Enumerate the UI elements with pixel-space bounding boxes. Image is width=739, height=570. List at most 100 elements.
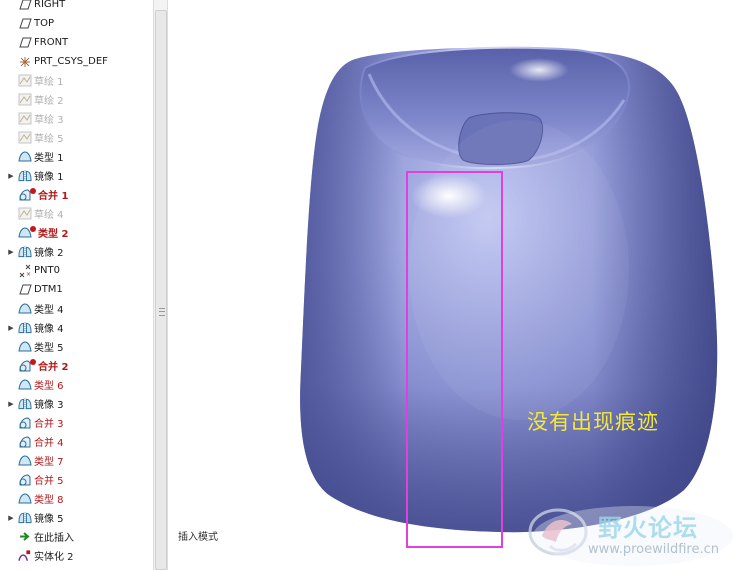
tree-item[interactable]: 草绘 4: [0, 204, 153, 223]
surface-icon: [18, 340, 32, 354]
tree-item-label: 镜像 5: [34, 514, 64, 525]
mirror-icon: [18, 321, 32, 335]
tree-item[interactable]: FRONT: [0, 33, 153, 52]
tree-item-label: 类型 6: [34, 381, 64, 392]
tree-item[interactable]: ▶ 镜像 1: [0, 166, 153, 185]
tree-item[interactable]: 合并 5: [0, 470, 153, 489]
tree-item-label: 草绘 5: [34, 134, 64, 145]
expand-arrow-icon[interactable]: ▶: [7, 242, 15, 261]
annotation-text: 没有出现痕迹: [527, 410, 659, 434]
error-marker-icon: [30, 188, 36, 194]
tree-item-label: 合并 3: [34, 419, 64, 430]
tree-item-label: PRT_CSYS_DEF: [34, 56, 108, 67]
datum-plane-icon: [18, 283, 32, 297]
watermark-url: www.proewildfire.cn: [588, 542, 719, 557]
tree-item[interactable]: 合并 1: [0, 185, 153, 204]
tree-item-label: 合并 2: [38, 362, 69, 373]
tree-item[interactable]: 草绘 1: [0, 71, 153, 90]
error-marker-icon: [30, 359, 36, 365]
tree-item-label: DTM1: [34, 284, 63, 295]
tree-item-label: 类型 4: [34, 305, 64, 316]
tree-item-label: 镜像 3: [34, 400, 64, 411]
tree-item[interactable]: 合并 2: [0, 356, 153, 375]
tree-item[interactable]: RIGHT: [0, 0, 153, 14]
tree-item[interactable]: 草绘 5: [0, 128, 153, 147]
expand-arrow-icon[interactable]: ▶: [7, 166, 15, 185]
tree-item[interactable]: 合并 3: [0, 413, 153, 432]
tree-item[interactable]: ▶ 镜像 3: [0, 394, 153, 413]
tree-item[interactable]: ▶ 镜像 5: [0, 508, 153, 527]
mirror-icon: [18, 511, 32, 525]
expand-arrow-icon[interactable]: ▶: [7, 394, 15, 413]
tree-item-label: 草绘 3: [34, 115, 64, 126]
surface-icon: [18, 378, 32, 392]
tree-item-label: 合并 4: [34, 438, 64, 449]
tree-item[interactable]: TOP: [0, 14, 153, 33]
insert-here-icon: [18, 530, 32, 544]
tree-item-label: 草绘 2: [34, 96, 64, 107]
datum-point-icon: ×: [18, 264, 32, 278]
specular-highlight-right: [509, 58, 569, 82]
tree-item[interactable]: 合并 4: [0, 432, 153, 451]
tree-item-label: 在此插入: [34, 533, 74, 544]
tree-item[interactable]: DTM1: [0, 280, 153, 299]
tree-item[interactable]: 类型 7: [0, 451, 153, 470]
watermark: 野火论坛 www.proewildfire.cn: [528, 502, 739, 570]
mirror-icon: [18, 397, 32, 411]
graphics-window[interactable]: 没有出现痕迹 插入模式 野火论坛 www.proewildfire.cn: [169, 0, 739, 570]
tree-item[interactable]: ▶ 镜像 2: [0, 242, 153, 261]
surface-icon: [18, 302, 32, 316]
tree-item-label: 草绘 4: [34, 210, 64, 221]
sketch-icon: [18, 93, 32, 107]
tree-item-label: 类型 7: [34, 457, 64, 468]
surface-icon: [18, 492, 32, 506]
sketch-icon: [18, 74, 32, 88]
expand-arrow-icon[interactable]: ▶: [7, 318, 15, 337]
model-view: [300, 46, 718, 548]
mirror-icon: [18, 169, 32, 183]
tree-item-label: 镜像 2: [34, 248, 64, 259]
error-marker-icon: [30, 226, 36, 232]
sketch-icon: [18, 131, 32, 145]
datum-plane-icon: [18, 36, 32, 50]
tree-item[interactable]: 草绘 2: [0, 90, 153, 109]
tree-item[interactable]: 草绘 3: [0, 109, 153, 128]
sketch-icon: [18, 112, 32, 126]
datum-plane-icon: [18, 17, 32, 31]
tree-item-label: 类型 1: [34, 153, 64, 164]
tree-item[interactable]: 类型 1: [0, 147, 153, 166]
tree-item[interactable]: 类型 2: [0, 223, 153, 242]
merge-icon: [18, 435, 32, 449]
mode-label: 插入模式: [178, 532, 218, 543]
solidify-icon: [18, 549, 32, 563]
scrollbar-thumb[interactable]: [155, 10, 167, 570]
sketch-icon: [18, 207, 32, 221]
model-tree: RIGHT TOP FRONT PRT_CSYS_DEF 草绘 1 草绘 2 草绘 3 草绘 …: [0, 0, 153, 570]
tree-item-label: 类型 8: [34, 495, 64, 506]
tree-item[interactable]: 类型 5: [0, 337, 153, 356]
tree-item-label: 合并 5: [34, 476, 64, 487]
merge-icon: [18, 473, 32, 487]
tree-item[interactable]: 类型 6: [0, 375, 153, 394]
tree-item-label: 类型 2: [38, 229, 69, 240]
mirror-icon: [18, 245, 32, 259]
tree-item-label: 合并 1: [38, 191, 69, 202]
surface-icon: [18, 454, 32, 468]
svg-text:×: ×: [26, 271, 31, 278]
tree-item-label: 草绘 1: [34, 77, 64, 88]
tree-item-label: 类型 5: [34, 343, 64, 354]
tree-item[interactable]: 在此插入: [0, 527, 153, 546]
tree-item[interactable]: 类型 8: [0, 489, 153, 508]
surface-icon: [18, 150, 32, 164]
tree-item-label: PNT0: [34, 265, 60, 276]
tree-item[interactable]: 类型 4: [0, 299, 153, 318]
tree-item[interactable]: 实体化 2: [0, 546, 153, 565]
model-tree-scrollbar[interactable]: [153, 0, 168, 570]
tree-item[interactable]: × PNT0: [0, 261, 153, 280]
tree-item[interactable]: PRT_CSYS_DEF: [0, 52, 153, 71]
tree-item-label: FRONT: [34, 37, 69, 48]
tree-item[interactable]: ▶ 镜像 4: [0, 318, 153, 337]
watermark-title: 野火论坛: [598, 514, 698, 542]
expand-arrow-icon[interactable]: ▶: [7, 508, 15, 527]
tree-item-label: 实体化 2: [34, 552, 74, 563]
